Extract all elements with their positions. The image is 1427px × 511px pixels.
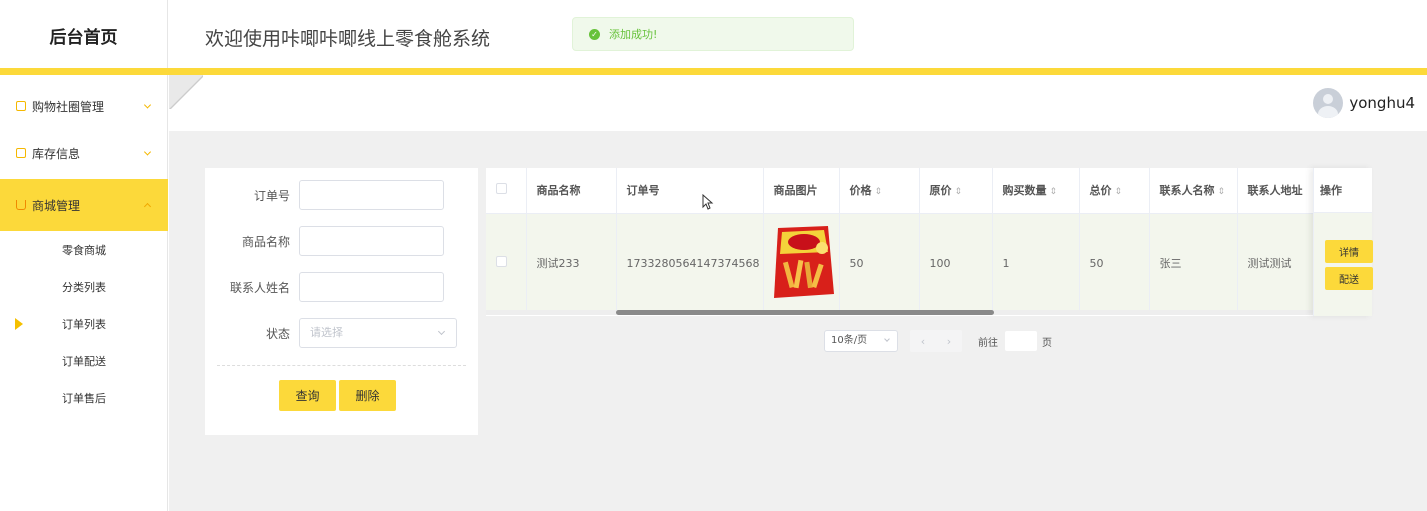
chevron-up-icon [143, 202, 152, 211]
sidebar: 购物社圈管理 库存信息 商城管理 零食商城 分类列表 订单列表 订单配送 订单售… [0, 75, 168, 511]
deliver-button[interactable]: 配送 [1325, 267, 1373, 290]
check-circle-icon: ✓ [589, 28, 600, 40]
next-page-icon[interactable]: › [947, 335, 951, 348]
sort-icon[interactable]: ⇕ [955, 187, 963, 197]
col-total-label: 总价 [1089, 184, 1112, 198]
col-quantity[interactable]: 购买数量 ⇕ [992, 168, 1080, 214]
orders-table: 商品名称 订单号 商品图片 价格 ⇕ 原价 ⇕ 购买数量 ⇕ 总价 ⇕ 联系人名称 ⇕ 联… [486, 168, 1372, 316]
sort-icon[interactable]: ⇕ [1050, 187, 1058, 197]
chevron-down-icon [143, 101, 152, 109]
cell-quantity: 1 [992, 213, 1080, 313]
delete-button[interactable]: 删除 [339, 380, 396, 411]
username: yonghu4 [1349, 94, 1415, 112]
welcome-text: 欢迎使用咔唧咔唧线上零食舱系统 [205, 28, 491, 50]
order-no-label: 订单号 [253, 189, 290, 203]
page-nav: ‹ › [910, 330, 962, 352]
sidebar-item-order-list[interactable]: 订单列表 [0, 306, 168, 342]
folder-icon [16, 148, 26, 158]
goto-label: 前往 [978, 337, 998, 349]
goto-page-input[interactable] [1004, 330, 1038, 352]
cell-original-price: 100 [919, 213, 993, 313]
table-row[interactable]: 测试233 1733280564147374568 50 100 1 50 张三… [486, 213, 1372, 313]
mouse-cursor-icon [702, 194, 714, 210]
row-select-cell [486, 213, 527, 313]
toast-message: 添加成功! [609, 28, 658, 41]
folder-icon [16, 101, 26, 111]
menu-label: 购物社圈管理 [32, 99, 105, 114]
page-size-select[interactable]: 10条/页 [824, 330, 898, 352]
product-image [773, 225, 834, 298]
order-no-input[interactable] [299, 180, 444, 210]
sort-icon[interactable]: ⇕ [1218, 187, 1226, 197]
col-image: 商品图片 [763, 168, 840, 214]
sidebar-item-snack-mall[interactable]: 零食商城 [0, 232, 168, 268]
sort-icon[interactable]: ⇕ [1115, 187, 1123, 197]
col-original-price-label: 原价 [929, 184, 952, 198]
sort-icon[interactable]: ⇕ [875, 187, 883, 197]
col-quantity-label: 购买数量 [1002, 184, 1047, 198]
row-checkbox[interactable] [496, 256, 507, 268]
col-price-label: 价格 [849, 184, 872, 198]
search-panel: 订单号 商品名称 联系人姓名 状态 请选择 查询 删除 [205, 168, 478, 435]
col-total[interactable]: 总价 ⇕ [1079, 168, 1150, 214]
user-menu[interactable]: yonghu4 [1313, 88, 1415, 118]
select-all-checkbox[interactable] [496, 183, 507, 195]
prev-page-icon[interactable]: ‹ [921, 335, 925, 348]
menu-inventory[interactable]: 库存信息 [0, 127, 168, 179]
col-actions: 操作 [1314, 168, 1372, 213]
col-price[interactable]: 价格 ⇕ [839, 168, 920, 214]
col-contact-name[interactable]: 联系人名称 ⇕ [1149, 168, 1238, 214]
menu-label: 商城管理 [32, 198, 81, 213]
col-contact-name-label: 联系人名称 [1159, 184, 1215, 198]
product-name-label: 商品名称 [241, 235, 290, 249]
status-label: 状态 [265, 327, 290, 341]
query-button[interactable]: 查询 [279, 380, 336, 411]
divider [217, 365, 466, 366]
page-size-value: 10条/页 [831, 335, 868, 346]
cell-total: 50 [1079, 213, 1150, 313]
cell-product-name: 测试233 [526, 213, 617, 313]
cell-contact-name: 张三 [1149, 213, 1238, 313]
table-header-row: 商品名称 订单号 商品图片 价格 ⇕ 原价 ⇕ 购买数量 ⇕ 总价 ⇕ 联系人名称 ⇕ 联… [486, 168, 1372, 214]
actions-cell: 详情 配送 [1314, 213, 1373, 316]
product-name-input[interactable] [299, 226, 444, 256]
chevron-down-icon [143, 148, 152, 156]
page-word: 页 [1042, 337, 1052, 349]
home-link[interactable]: 后台首页 [0, 0, 168, 70]
header-accent-bar [0, 68, 1427, 75]
select-all-cell [486, 168, 527, 214]
sidebar-item-after-sales[interactable]: 订单售后 [0, 380, 168, 416]
sidebar-item-category-list[interactable]: 分类列表 [0, 269, 168, 305]
menu-mall-management[interactable]: 商城管理 [0, 179, 168, 231]
detail-button[interactable]: 详情 [1325, 240, 1373, 263]
collapse-toggle-icon[interactable] [169, 75, 203, 109]
cell-price: 50 [839, 213, 920, 313]
actions-column: 操作 详情 配送 [1313, 168, 1373, 316]
avatar [1313, 88, 1344, 118]
contact-name-label: 联系人姓名 [229, 281, 290, 295]
cart-icon [16, 200, 26, 210]
chevron-down-icon [437, 327, 446, 336]
status-placeholder: 请选择 [310, 326, 343, 339]
cell-image [763, 213, 840, 313]
col-original-price[interactable]: 原价 ⇕ [919, 168, 993, 214]
main-toolbar [169, 75, 1427, 131]
chevron-down-icon [884, 336, 890, 342]
contact-name-input[interactable] [299, 272, 444, 302]
status-select[interactable]: 请选择 [299, 318, 457, 348]
menu-label: 库存信息 [32, 146, 81, 161]
success-toast: ✓ 添加成功! [572, 17, 854, 51]
col-order-no: 订单号 [616, 168, 764, 214]
horizontal-scrollbar[interactable] [616, 310, 994, 315]
sub-item-label: 订单列表 [62, 318, 106, 331]
col-product-name: 商品名称 [526, 168, 617, 214]
cell-order-no: 1733280564147374568 [616, 213, 764, 313]
sidebar-item-order-delivery[interactable]: 订单配送 [0, 343, 168, 379]
active-marker-icon [15, 318, 23, 330]
top-header: 后台首页 欢迎使用咔唧咔唧线上零食舱系统 ✓ 添加成功! [0, 0, 1427, 70]
menu-shopping-circle[interactable]: 购物社圈管理 [0, 80, 168, 132]
pagination: 10条/页 ‹ › 前往 页 [824, 330, 1052, 352]
